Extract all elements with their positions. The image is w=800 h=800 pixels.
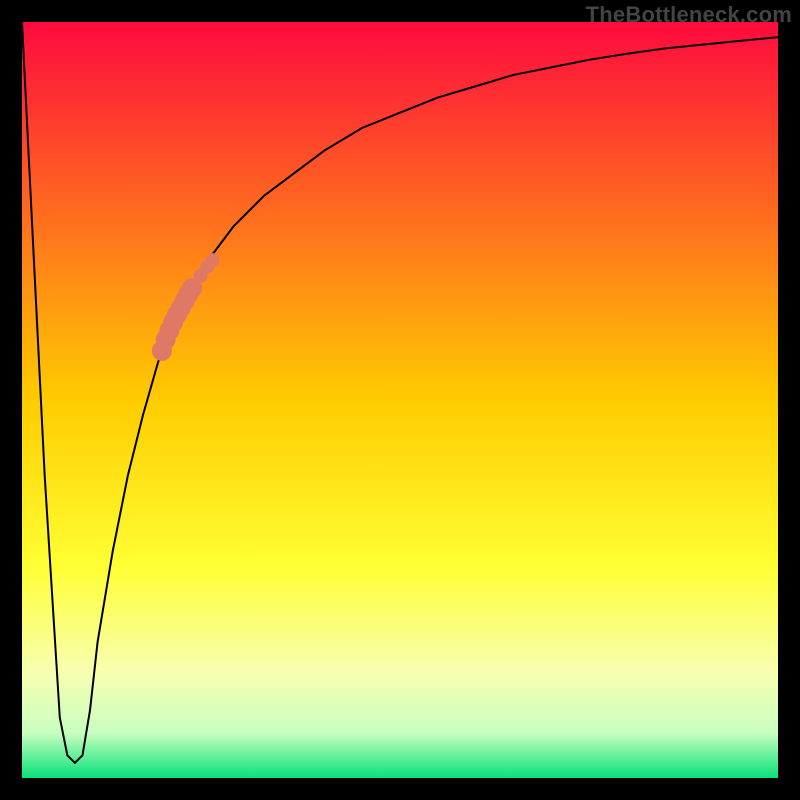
plot-area (22, 22, 778, 778)
chart-container: TheBottleneck.com (0, 0, 800, 800)
gradient-background (22, 22, 778, 778)
